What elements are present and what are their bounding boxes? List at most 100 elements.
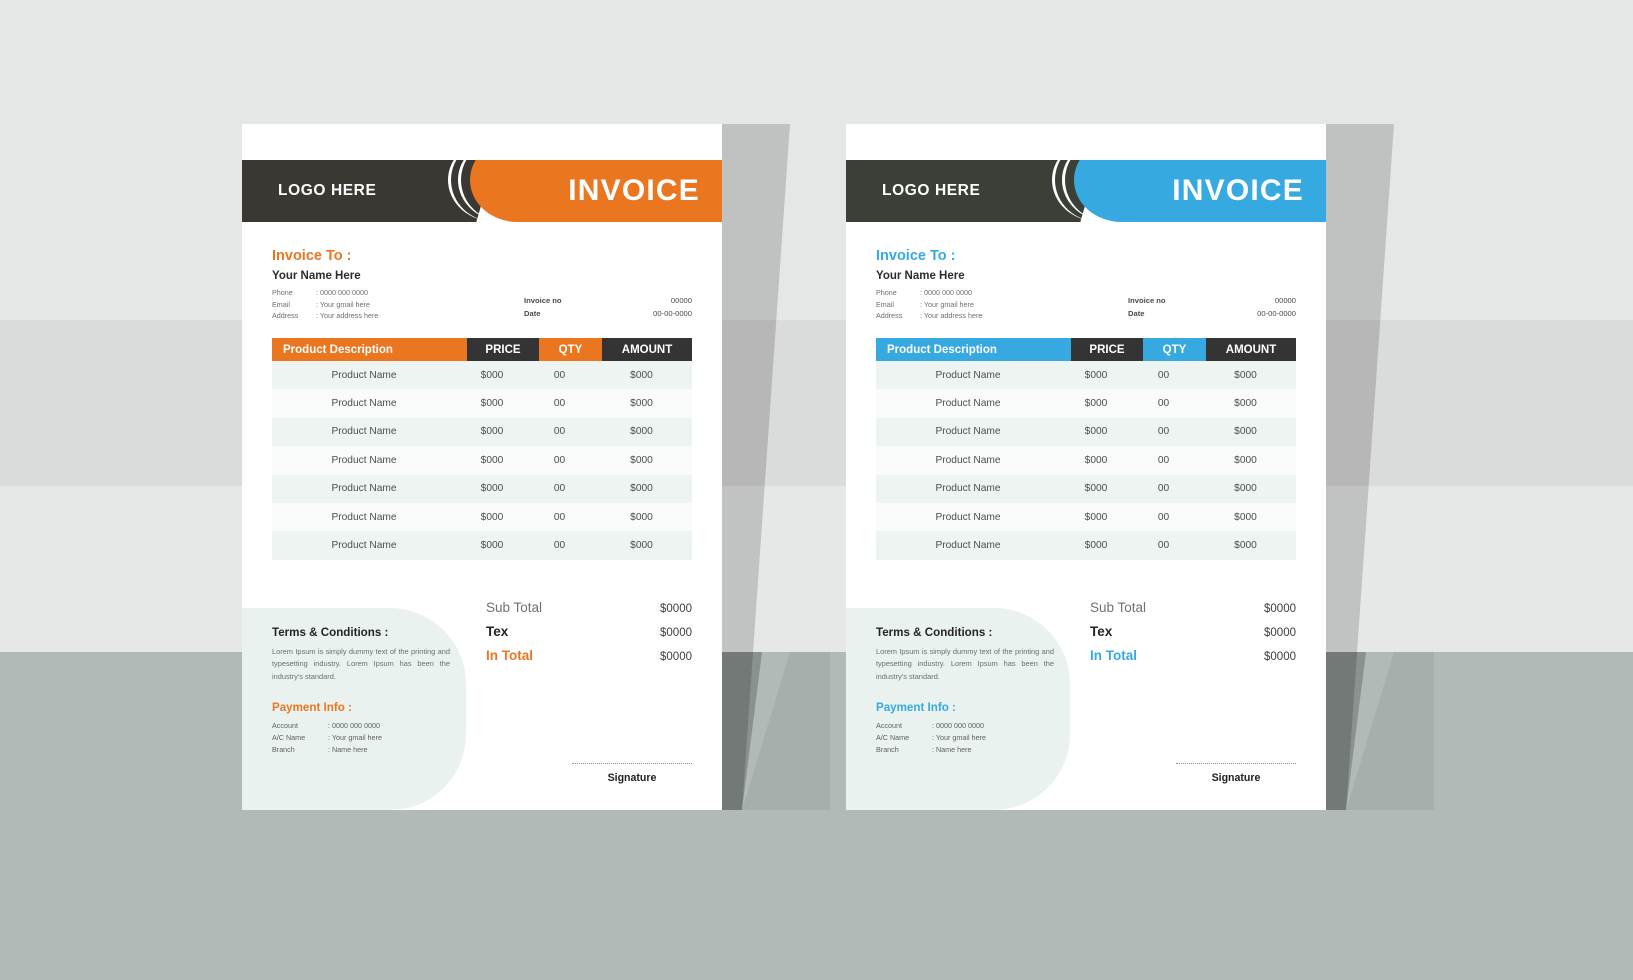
row-description: Product Name [331, 483, 397, 495]
column-header-description: Product Description [876, 338, 1071, 361]
table-row: Product Name $000 00 $000 [272, 417, 692, 447]
table-row: Product Name $000 00 $000 [876, 361, 1296, 390]
table-row: Product Name $000 00 $000 [876, 417, 1296, 447]
terms-body: Lorem Ipsum is simply dummy text of the … [272, 647, 450, 681]
payment-label: Branch [272, 744, 295, 754]
row-qty: 00 [1157, 540, 1170, 552]
client-name: Your Name Here [272, 270, 361, 282]
payment-label: Account [876, 720, 902, 730]
row-description: Product Name [935, 540, 1001, 552]
row-qty: 00 [1157, 511, 1170, 523]
column-header-qty: QTY [539, 338, 602, 361]
contact-label: Phone [876, 288, 897, 297]
row-qty: 00 [553, 511, 566, 523]
invoice-header: LOGO HERE INVOICE [242, 160, 722, 222]
terms-title: Terms & Conditions : [272, 626, 389, 639]
totals-block: Sub Total $0000 Tex $0000 In Total $0000 [1090, 600, 1296, 672]
table-body: Product Name $000 00 $000 Product Name $000 00… [876, 361, 1296, 560]
invoice-date-value: 00-00-0000 [1257, 308, 1296, 318]
payment-info-title: Payment Info : [876, 700, 956, 714]
grand-total-value: $0000 [660, 651, 692, 663]
invoice-to-heading: Invoice To : [272, 248, 352, 264]
column-header-amount: AMOUNT [1206, 338, 1296, 361]
table-header-row: Product Description PRICE QTY AMOUNT [272, 338, 692, 361]
row-description: Product Name [935, 369, 1001, 381]
row-amount: $000 [630, 511, 653, 523]
row-description: Product Name [331, 369, 397, 381]
totals-block: Sub Total $0000 Tex $0000 In Total $0000 [486, 600, 692, 672]
payment-info-row: A/C Name : Your gmail here [876, 732, 1054, 744]
contact-label: Address [272, 311, 299, 321]
row-price: $000 [480, 454, 504, 466]
row-qty: 00 [553, 540, 566, 552]
row-description: Product Name [331, 511, 397, 523]
contact-label: Email [876, 299, 894, 309]
signature-line [572, 763, 692, 764]
table-row: Product Name $000 00 $000 [876, 446, 1296, 475]
invoice-no-value: 00000 [1274, 295, 1296, 305]
invoice-date-value: 00-00-0000 [653, 308, 692, 318]
table-row: Product Name $000 00 $000 [876, 474, 1296, 503]
table-body: Product Name $000 00 $000 Product Name $000 00… [272, 361, 692, 560]
row-price: $000 [1084, 454, 1108, 466]
invoice-meta-row: Date 00-00-0000 [524, 307, 692, 320]
signature-label: Signature [607, 772, 657, 784]
row-description: Product Name [331, 398, 397, 410]
row-amount: $000 [630, 454, 653, 466]
column-header-qty: QTY [1143, 338, 1206, 361]
row-price: $000 [480, 540, 504, 552]
invoice-header: LOGO HERE INVOICE [846, 160, 1326, 222]
invoice-no-label: Invoice no [1128, 295, 1166, 305]
payment-value: : Your gmail here [932, 732, 986, 742]
payment-value: : 0000 000 0000 [328, 720, 380, 730]
row-amount: $000 [1234, 511, 1257, 523]
row-amount: $000 [1234, 454, 1257, 466]
row-amount: $000 [1234, 483, 1257, 495]
payment-info-title: Payment Info : [272, 700, 352, 714]
line-items-table: Product Description PRICE QTY AMOUNT Pro… [876, 338, 1296, 560]
table-row: Product Name $000 00 $000 [876, 389, 1296, 418]
row-description: Product Name [331, 454, 397, 466]
row-amount: $000 [1234, 540, 1257, 552]
column-header-amount: AMOUNT [602, 338, 692, 361]
row-price: $000 [1084, 426, 1108, 438]
signature-line [1176, 763, 1296, 764]
invoice-no-label: Invoice no [524, 295, 562, 305]
payment-info-row: Branch : Name here [876, 744, 1054, 756]
row-amount: $000 [630, 369, 653, 381]
payment-info-row: Branch : Name here [272, 744, 450, 756]
tax-value: $0000 [1264, 627, 1296, 639]
row-price: $000 [480, 426, 504, 438]
payment-label: Branch [876, 744, 899, 754]
row-description: Product Name [331, 540, 397, 552]
signature-block: Signature [572, 763, 692, 784]
subtotal-value: $0000 [1264, 603, 1296, 615]
payment-value: : Name here [328, 744, 368, 754]
payment-label: A/C Name [876, 732, 910, 742]
contact-label: Email [272, 299, 290, 309]
payment-value: : 0000 000 0000 [932, 720, 984, 730]
column-header-price: PRICE [467, 338, 539, 361]
contact-value: : Your address here [920, 311, 983, 321]
table-row: Product Name $000 00 $000 [272, 446, 692, 475]
signature-label: Signature [1211, 772, 1261, 784]
grand-total-row: In Total $0000 [1090, 648, 1296, 663]
row-amount: $000 [1234, 426, 1257, 438]
mockup-scene: LOGO HERE INVOICE Invoice To : Your Name… [0, 0, 1633, 980]
row-amount: $000 [630, 426, 653, 438]
row-price: $000 [1084, 369, 1108, 381]
row-amount: $000 [630, 540, 653, 552]
row-price: $000 [480, 483, 504, 495]
table-row: Product Name $000 00 $000 [272, 531, 692, 560]
invoice-no-value: 00000 [670, 295, 692, 305]
row-amount: $000 [1234, 369, 1257, 381]
invoice-meta-row: Invoice no 00000 [524, 294, 692, 307]
row-description: Product Name [935, 426, 1001, 438]
subtotal-row: Sub Total $0000 [1090, 600, 1296, 615]
tax-row: Tex $0000 [1090, 624, 1296, 639]
client-name: Your Name Here [876, 270, 965, 282]
payment-label: A/C Name [272, 732, 306, 742]
billing-block: Invoice To : Your Name Here Phone : 0000… [272, 248, 692, 322]
row-price: $000 [1084, 511, 1108, 523]
invoice-to-heading: Invoice To : [876, 248, 956, 264]
